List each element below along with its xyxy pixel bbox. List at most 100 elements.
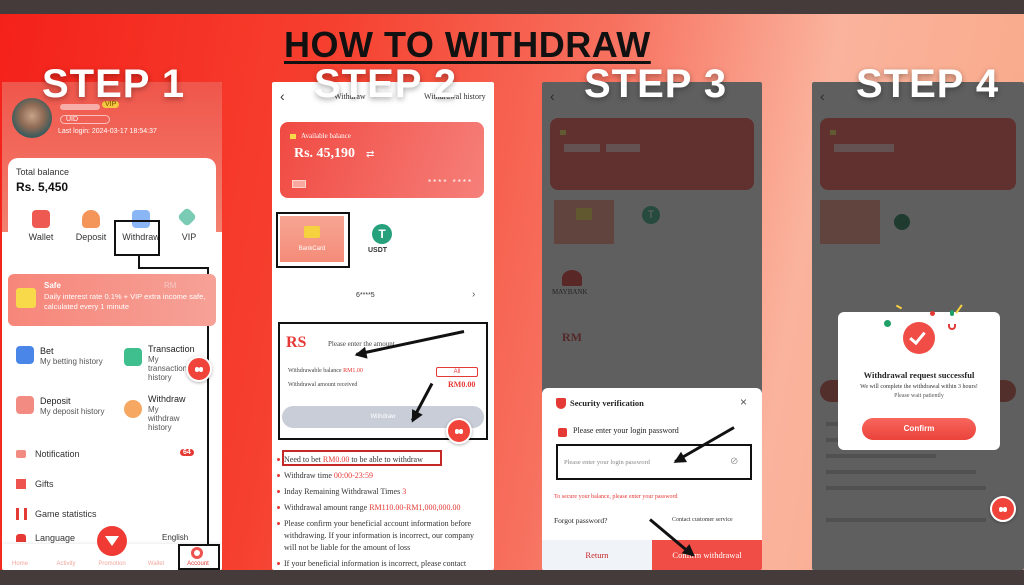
highlight-account — [178, 544, 220, 570]
nav-activity[interactable]: Activity — [48, 561, 84, 567]
step4-success-screen: ‹ Withdraw Withdrawal request successful… — [812, 82, 1024, 570]
rule-highlight: 3 — [402, 487, 407, 496]
total-balance-label: Total balance — [16, 167, 70, 177]
method-usdt[interactable]: T USDT — [364, 216, 424, 262]
stats-icon — [16, 508, 27, 520]
rule-highlight: RM110.00-RM1,000,000.00 — [369, 503, 461, 512]
quick-deposit[interactable]: Deposit — [66, 232, 116, 242]
confirm-button[interactable]: Confirm — [862, 418, 976, 440]
password-input[interactable]: Please enter your login password ⊘ — [556, 444, 752, 480]
chevron-right-icon: › — [472, 289, 476, 300]
rule-item: Withdraw time 00:00-23:59 — [277, 470, 484, 482]
checkmark-glyph — [909, 327, 926, 346]
chat-bubble-icon[interactable] — [446, 418, 472, 444]
rule-highlight: 00:00-23:59 — [333, 471, 373, 480]
password-warning: To secure your balance, please enter you… — [554, 494, 678, 500]
rule-item: If your beneficial information is incorr… — [277, 558, 480, 570]
balance-card: Total balance Rs. 5,450 Wallet Deposit W… — [8, 158, 216, 258]
dialog-title: Security verification — [570, 398, 644, 408]
withdraw-rules: Need to bet RM0.00 to be able to withdra… — [272, 448, 494, 570]
close-icon[interactable]: × — [740, 395, 747, 409]
nav-promotion[interactable]: Promotion — [94, 561, 130, 567]
promotion-center-icon[interactable] — [97, 526, 127, 556]
step2-withdraw-screen: ‹ Withdraw Withdrawal history Available … — [272, 82, 494, 570]
highlight-bet-requirement — [282, 450, 442, 466]
chat-bubble-icon[interactable] — [990, 496, 1016, 522]
step3-verification-screen: ‹ T MAYBANK RM Security verification × P… — [542, 82, 762, 570]
withdraw-history-icon — [124, 400, 142, 418]
chat-bubble-icon[interactable] — [186, 356, 212, 382]
deposit-history-icon — [16, 396, 34, 414]
deposit-icon — [82, 210, 100, 228]
highlight-bankcard — [276, 212, 350, 268]
rule-text: Withdrawal amount range — [284, 503, 370, 512]
rule-item: Withdrawal amount range RM110.00-RM1,000… — [277, 502, 484, 514]
menu-game-statistics[interactable]: Game statistics — [2, 504, 222, 526]
diamond-icon — [105, 536, 119, 546]
gift-icon — [16, 479, 26, 489]
back-icon[interactable]: ‹ — [280, 88, 285, 104]
refresh-icon[interactable]: ⇄ — [366, 149, 374, 160]
safe-card[interactable]: Safe RM Daily interest rate 0.1% + VIP e… — [8, 274, 216, 326]
usdt-icon — [894, 214, 910, 230]
step-1-label: STEP 1 — [42, 62, 186, 106]
step-4-label: STEP 4 — [856, 62, 1000, 106]
transaction-icon — [124, 348, 142, 366]
rule-text: Inday Remaining Withdrawal Times — [284, 487, 403, 496]
vip-icon — [177, 207, 197, 227]
confetti-icon — [950, 310, 954, 316]
confirm-withdrawal-button[interactable]: Confirm withdrawal — [652, 540, 762, 570]
rule-text: Withdraw time — [284, 471, 334, 480]
eye-hidden-icon[interactable]: ⊘ — [730, 456, 738, 467]
page-title: HOW TO WITHDRAW — [284, 24, 651, 65]
bet-icon — [16, 346, 34, 364]
notification-badge: 64 — [180, 449, 194, 456]
history-deposit[interactable]: Deposit My deposit history — [8, 386, 108, 428]
nav-home[interactable]: Home — [2, 561, 38, 567]
password-prompt: Please enter your login password — [573, 426, 679, 435]
available-balance-value: Rs. 45,190 — [294, 146, 356, 161]
password-placeholder: Please enter your login password — [564, 459, 650, 466]
return-button[interactable]: Return — [542, 540, 652, 570]
menu-gifts[interactable]: Gifts — [2, 474, 222, 496]
safe-currency: RM — [164, 281, 177, 290]
success-line1: We will complete the withdrawal within 3… — [860, 384, 978, 390]
quick-wallet[interactable]: Wallet — [16, 232, 66, 242]
quick-vip[interactable]: VIP — [164, 232, 214, 242]
bottom-frame — [0, 570, 1024, 585]
account-masked: 6****5 — [356, 292, 375, 299]
step-2-label: STEP 2 — [314, 62, 458, 106]
step-3-label: STEP 3 — [584, 62, 728, 106]
wallet-icon — [32, 210, 50, 228]
balance-card: Available balance Rs. 45,190 ⇄ **** **** — [280, 122, 484, 198]
menu-notification[interactable]: Notification 64 — [2, 444, 222, 466]
language-value: English — [162, 533, 189, 542]
success-line2: Please wait patiently — [894, 393, 944, 399]
card-chip-icon — [292, 180, 306, 188]
success-title: Withdrawal request successful — [863, 370, 975, 380]
forgot-password-link[interactable]: Forgot password? — [554, 516, 607, 525]
success-dialog: Withdrawal request successful We will co… — [838, 312, 1000, 450]
notification-icon — [16, 450, 26, 458]
contact-service-link[interactable]: Contact customer service — [672, 517, 733, 523]
uid-chip: UID — [60, 115, 110, 124]
total-balance-value: Rs. 5,450 — [16, 180, 69, 194]
last-login: Last login: 2024-03-17 18:54:37 — [58, 128, 157, 135]
usdt-icon: T — [372, 224, 392, 244]
safe-icon — [16, 288, 36, 308]
rule-item: Please confirm your beneficial account i… — [277, 518, 480, 554]
nav-wallet[interactable]: Wallet — [138, 561, 174, 567]
safe-title: Safe — [44, 281, 61, 290]
history-withdraw[interactable]: Withdraw My withdraw history — [114, 386, 214, 432]
lock-icon — [558, 428, 567, 437]
bank-account-row[interactable]: 6****5 › — [272, 286, 494, 308]
safe-desc: Daily interest rate 0.1% + VIP extra inc… — [44, 292, 206, 311]
tutorial-banner: HOW TO WITHDRAW STEP 1 STEP 2 STEP 3 STE… — [0, 14, 1024, 570]
wallet-chip-icon — [290, 134, 296, 139]
step1-account-screen: VIP UID Last login: 2024-03-17 18:54:37 … — [2, 82, 222, 570]
success-check-icon — [903, 322, 935, 354]
highlight-withdraw — [114, 220, 160, 256]
connector-line — [138, 267, 208, 269]
history-bet[interactable]: Bet My betting history — [8, 336, 108, 378]
confetti-icon — [884, 320, 891, 327]
